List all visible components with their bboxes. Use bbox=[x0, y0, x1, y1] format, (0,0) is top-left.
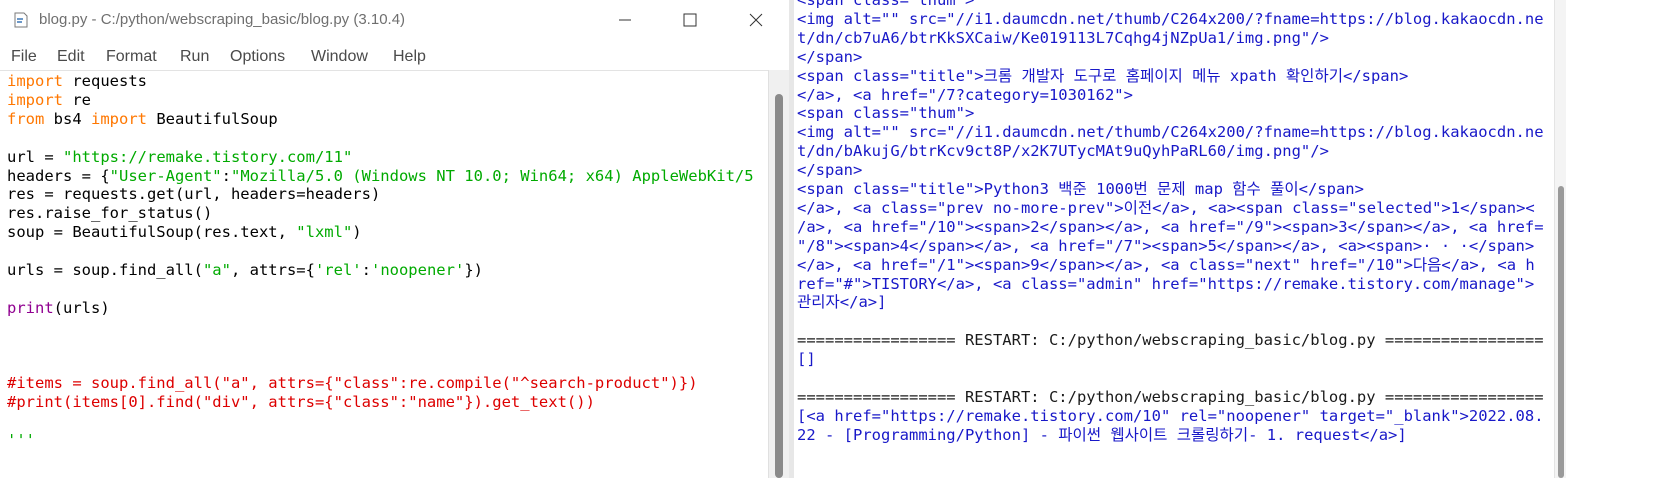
editor-scroll-thumb[interactable] bbox=[775, 94, 783, 478]
code-token: BeautifulSoup bbox=[147, 109, 278, 128]
python-app-icon bbox=[14, 12, 28, 28]
menu-options[interactable]: Options bbox=[230, 48, 285, 66]
code-token: soup = BeautifulSoup(res.text, bbox=[7, 223, 297, 242]
code-token: : bbox=[361, 261, 371, 279]
code-token: "a" bbox=[202, 261, 231, 279]
shell-output[interactable]: <span class="thum"> <img alt="" src="//i1… bbox=[794, 0, 1554, 478]
output-line: 관리자</a>] bbox=[797, 293, 887, 312]
code-token: bs4 bbox=[44, 109, 91, 128]
close-icon bbox=[749, 13, 763, 27]
code-token: "User-Agent" bbox=[109, 166, 222, 185]
menu-file[interactable]: File bbox=[11, 48, 37, 66]
output-line: [] bbox=[797, 350, 816, 369]
output-line: 22 - [Programming/Python] - 파이썬 웹사이트 크롤링… bbox=[797, 425, 1407, 444]
window-title: blog.py - C:/python/webscraping_basic/bl… bbox=[39, 11, 406, 28]
code-line: from bs4 import BeautifulSoup bbox=[7, 110, 278, 129]
code-token: (urls) bbox=[53, 298, 110, 317]
code-line: headers = {"User-Agent":"Mozilla/5.0 (Wi… bbox=[7, 167, 754, 186]
maximize-icon bbox=[683, 13, 697, 27]
restart-banner: ================= RESTART: C:/python/web… bbox=[797, 331, 1544, 350]
output-line: t/dn/cb7uA6/btrKkSXCaiw/Ke019113L7Cqhg4j… bbox=[797, 28, 1329, 47]
code-line: import re bbox=[7, 91, 91, 110]
code-token: headers = { bbox=[7, 166, 110, 185]
code-token: import bbox=[7, 72, 63, 90]
code-token: "https://remake.tistory.com/11" bbox=[63, 147, 353, 166]
code-token: #items = soup.find_all("a", attrs={"clas… bbox=[7, 374, 698, 393]
menu-run[interactable]: Run bbox=[180, 48, 209, 66]
minimize-icon bbox=[619, 19, 631, 21]
code-line: import requests bbox=[7, 72, 147, 91]
output-line: <span class="title">Python3 백준 1000번 문제 … bbox=[797, 180, 1364, 198]
output-line: <span class="title">크롬 개발자 도구로 홈페이지 메뉴 x… bbox=[797, 66, 1409, 85]
output-line: </a>, <a href="/7?category=1030162"> bbox=[797, 85, 1133, 104]
output-line: ref="#">TISTORY</a>, <a class="admin" hr… bbox=[797, 274, 1535, 293]
code-token: 'rel' bbox=[314, 261, 362, 279]
output-line: <span class="thum"> bbox=[797, 104, 975, 123]
code-token: ) bbox=[352, 223, 362, 242]
output-line: </a>, <a href="/1"><span>9</span></a>, <… bbox=[797, 255, 1535, 274]
code-token: print bbox=[7, 298, 54, 317]
editor-scrollbar[interactable] bbox=[768, 70, 789, 478]
code-token: }) bbox=[464, 261, 483, 279]
code-token: import bbox=[91, 109, 147, 128]
output-line: <img alt="" src="//i1.daumcdn.net/thumb/… bbox=[797, 123, 1544, 142]
code-token: : bbox=[221, 166, 231, 185]
menu-format[interactable]: Format bbox=[106, 48, 157, 66]
code-token: url = bbox=[7, 147, 63, 166]
code-line: print(urls) bbox=[7, 299, 110, 318]
output-line: <span class="thum"> bbox=[797, 0, 975, 9]
menu-edit[interactable]: Edit bbox=[57, 48, 85, 66]
output-line: <img alt="" src="//i1.daumcdn.net/thumb/… bbox=[797, 9, 1544, 28]
code-line: url = "https://remake.tistory.com/11" bbox=[7, 148, 352, 167]
menu-bar: File Edit Format Run Options Window Help bbox=[0, 44, 789, 70]
close-button[interactable] bbox=[723, 0, 789, 40]
output-line: "/8"><span>4</span></a>, <a href="/7"><s… bbox=[797, 236, 1535, 255]
output-line: /a>, <a href="/10"><span>2</span></a>, <… bbox=[797, 217, 1544, 236]
output-line: </a>, <a class="prev no-more-prev">이전</a… bbox=[797, 198, 1535, 217]
minimize-button[interactable] bbox=[592, 0, 658, 40]
code-line: #items = soup.find_all("a", attrs={"clas… bbox=[7, 374, 698, 393]
code-token: , attrs={ bbox=[230, 261, 315, 279]
code-token: re bbox=[63, 90, 91, 109]
code-token: "lxml" bbox=[296, 223, 353, 242]
code-token: urls = soup.find_all( bbox=[7, 261, 203, 279]
background-area bbox=[1566, 0, 1666, 478]
code-line: res = requests.get(url, headers=headers) bbox=[7, 185, 380, 204]
idle-editor-window: blog.py - C:/python/webscraping_basic/bl… bbox=[0, 0, 789, 478]
code-token: ''' bbox=[7, 431, 35, 450]
code-line: res.raise_for_status() bbox=[7, 204, 212, 223]
code-line: urls = soup.find_all("a", attrs={'rel':'… bbox=[7, 261, 483, 280]
code-token: res.raise_for_status() bbox=[7, 204, 213, 223]
code-token: requests bbox=[63, 72, 147, 90]
menu-help[interactable]: Help bbox=[393, 48, 426, 66]
output-line: </span> bbox=[797, 161, 863, 180]
maximize-button[interactable] bbox=[657, 0, 723, 40]
code-token: res = requests.get(url, headers=headers) bbox=[7, 185, 381, 204]
code-token: from bbox=[7, 109, 45, 128]
output-line: </span> bbox=[797, 47, 863, 66]
output-line: t/dn/bAkujG/btrKcv9ct8P/x2K7UTycMAt9uQyh… bbox=[797, 142, 1329, 161]
title-bar[interactable]: blog.py - C:/python/webscraping_basic/bl… bbox=[0, 0, 789, 42]
shell-scroll-thumb[interactable] bbox=[1558, 186, 1564, 478]
restart-banner: ================= RESTART: C:/python/web… bbox=[797, 387, 1544, 406]
code-line: soup = BeautifulSoup(res.text, "lxml") bbox=[7, 223, 362, 242]
code-line: ''' bbox=[7, 431, 35, 450]
code-token: "Mozilla/5.0 (Windows NT 10.0; Win64; x6… bbox=[230, 166, 754, 185]
code-token: 'noopener' bbox=[370, 261, 465, 279]
code-token: #print(items[0].find("div", attrs={"clas… bbox=[7, 393, 595, 412]
code-token: import bbox=[7, 90, 63, 109]
output-line: [<a href="https://remake.tistory.com/10"… bbox=[797, 406, 1544, 425]
menu-window[interactable]: Window bbox=[311, 48, 368, 66]
code-editor[interactable]: import requests import re from bs4 import … bbox=[0, 70, 768, 478]
code-line: #print(items[0].find("div", attrs={"clas… bbox=[7, 393, 595, 412]
